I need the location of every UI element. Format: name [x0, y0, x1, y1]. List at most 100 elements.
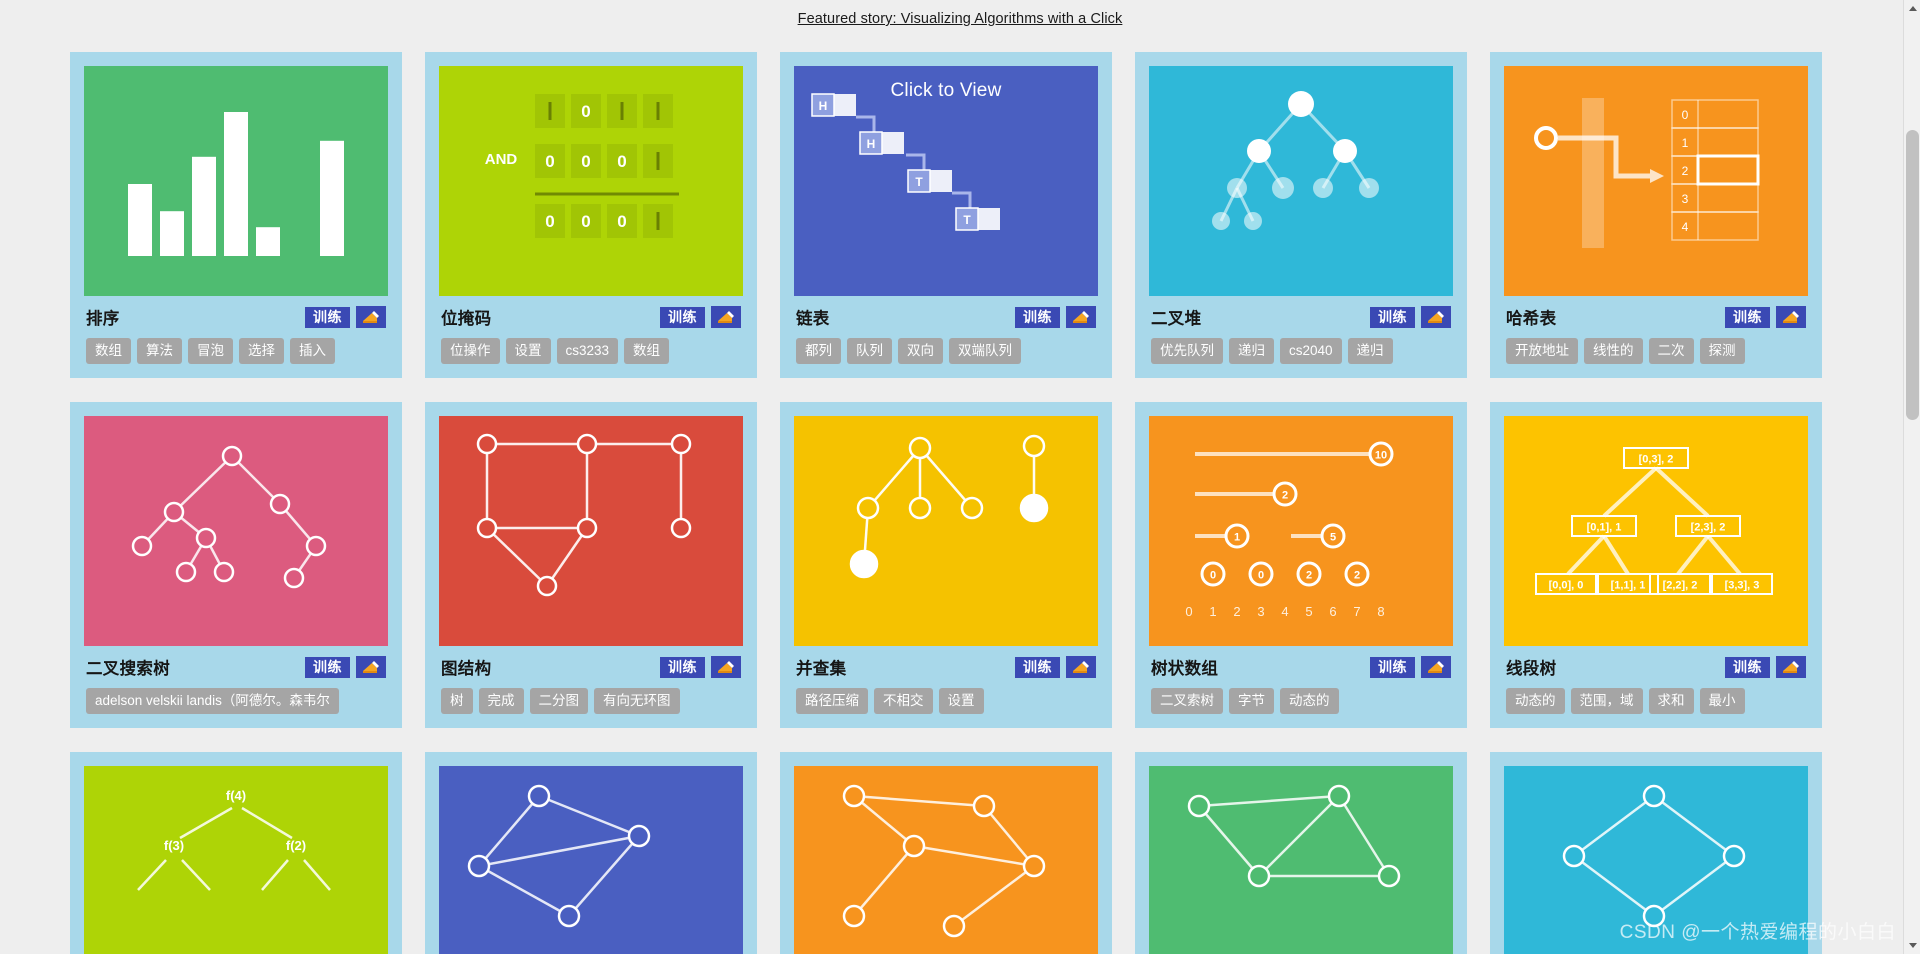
training-hat-icon[interactable] [711, 306, 741, 328]
svg-text:7: 7 [1353, 604, 1360, 619]
card-tag[interactable]: 选择 [239, 338, 284, 364]
algorithm-card-linked-list[interactable]: H H T T Click to View 链表 训练 都列 队列 双向 双端队列 [780, 52, 1112, 378]
train-button[interactable]: 训练 [305, 656, 350, 678]
train-button[interactable]: 训练 [1015, 306, 1060, 328]
card-thumbnail-graph3[interactable] [794, 766, 1098, 954]
card-tag[interactable]: 冒泡 [188, 338, 233, 364]
card-tag[interactable]: 求和 [1648, 688, 1694, 714]
card-thumbnail-graph5[interactable] [1504, 766, 1808, 954]
card-thumbnail-graph4[interactable] [1149, 766, 1453, 954]
train-button[interactable]: 训练 [1725, 306, 1770, 328]
algorithm-card-sorting[interactable]: 排序 训练 数组 算法 冒泡 选择 插入 [70, 52, 402, 378]
train-button[interactable]: 训练 [305, 306, 350, 328]
card-tag[interactable]: 树 [441, 688, 473, 714]
card-tag[interactable]: 设置 [938, 688, 984, 714]
card-meta-top: 哈希表 训练 [1506, 304, 1806, 330]
card-tag[interactable]: 线性的 [1584, 338, 1643, 364]
card-tag[interactable]: 动态的 [1280, 688, 1339, 714]
card-tag[interactable]: 完成 [478, 688, 524, 714]
algorithm-card-graph-traversal[interactable] [425, 752, 757, 954]
card-tag[interactable]: 优先队列 [1151, 338, 1223, 364]
card-tag[interactable]: 队列 [847, 338, 892, 364]
card-tag[interactable]: cs2040 [1280, 338, 1342, 364]
card-title: 位掩码 [441, 310, 492, 328]
algorithm-card-bitmask[interactable]: 0 AND 0 0 0 0 0 0 位掩码 训练位操作 设置 cs3233 数组 [425, 52, 757, 378]
card-thumbnail-graph2[interactable] [439, 766, 743, 954]
algorithm-card-fenwick-tree[interactable]: 10 2 1 5 0 0 2 2 0 1 2 3 4 5 6 7 8 树状数组 训练 二叉索树 字节 动态的 [1135, 402, 1467, 728]
card-tag[interactable]: 范围，域 [1570, 688, 1643, 714]
card-tag[interactable]: 不相交 [874, 688, 933, 714]
card-tag[interactable]: 递归 [1229, 338, 1274, 364]
card-tag[interactable]: 数组 [624, 338, 670, 364]
train-button[interactable]: 训练 [1725, 656, 1770, 678]
train-button[interactable]: 训练 [660, 656, 705, 678]
card-tag[interactable]: 字节 [1229, 688, 1274, 714]
card-tag[interactable]: 二分图 [529, 688, 588, 714]
train-button[interactable]: 训练 [660, 306, 705, 328]
algorithm-card-sssp[interactable] [1135, 752, 1467, 954]
train-button[interactable]: 训练 [1370, 656, 1415, 678]
card-title: 图结构 [441, 660, 492, 678]
card-tag[interactable]: 路径压缩 [796, 688, 868, 714]
card-tag[interactable]: 双向 [898, 338, 943, 364]
algorithm-card-mst[interactable] [780, 752, 1112, 954]
card-thumbnail-linked-list[interactable]: H H T T Click to View [794, 66, 1098, 296]
card-tag[interactable]: 都列 [796, 338, 841, 364]
page-scrollbar[interactable] [1903, 0, 1920, 954]
training-hat-icon[interactable] [1066, 656, 1096, 678]
card-thumbnail-bst[interactable] [84, 416, 388, 646]
algorithm-card-union-find[interactable]: 并查集 训练 路径压缩 不相交 设置 [780, 402, 1112, 728]
train-button[interactable]: 训练 [1015, 656, 1060, 678]
training-hat-icon[interactable] [711, 656, 741, 678]
algorithm-card-hash-table[interactable]: 0 1 2 3 4 哈希表 训练开放地址 线性的 二次 探测 [1490, 52, 1822, 378]
card-thumbnail-union-find[interactable] [794, 416, 1098, 646]
scrollbar-thumb[interactable] [1906, 130, 1919, 420]
svg-text:f(3): f(3) [164, 838, 184, 853]
card-thumbnail-hash-table[interactable]: 0 1 2 3 4 [1504, 66, 1808, 296]
card-thumbnail-fenwick[interactable]: 10 2 1 5 0 0 2 2 0 1 2 3 4 5 6 7 8 [1149, 416, 1453, 646]
training-hat-icon[interactable] [1776, 306, 1806, 328]
algorithm-card-recursion[interactable]: f(4) f(3) f(2) [70, 752, 402, 954]
card-thumbnail-segment-tree[interactable]: [0,3], 2 [0,1], 1 [2,3], 2 [0,0], 0 [1,1], 1… [1504, 416, 1808, 646]
svg-text:0: 0 [545, 152, 554, 171]
card-tag[interactable]: 设置 [505, 338, 551, 364]
card-meta: 图结构 训练树完成 二分图 有向无环图 [439, 646, 743, 714]
card-thumbnail-binary-heap[interactable] [1149, 66, 1453, 296]
training-hat-icon[interactable] [1421, 306, 1451, 328]
algorithm-card-segment-tree[interactable]: [0,3], 2 [0,1], 1 [2,3], 2 [0,0], 0 [1,1], 1… [1490, 402, 1822, 728]
card-tag[interactable]: 探测 [1699, 338, 1745, 364]
card-tag[interactable]: 二叉索树 [1151, 688, 1223, 714]
card-thumbnail-graph[interactable] [439, 416, 743, 646]
card-thumbnail-bitmask[interactable]: 0 AND 0 0 0 0 0 0 [439, 66, 743, 296]
algorithm-card-binary-heap[interactable]: 二叉堆 训练 优先队列 递归 cs2040 递归 [1135, 52, 1467, 378]
scroll-up-arrow-icon[interactable] [1904, 0, 1920, 17]
training-hat-icon[interactable] [356, 306, 386, 328]
card-tag[interactable]: 动态的 [1506, 688, 1565, 714]
train-button[interactable]: 训练 [1370, 306, 1415, 328]
featured-story-link[interactable]: Featured story: Visualizing Algorithms w… [798, 11, 1123, 27]
training-hat-icon[interactable] [1421, 656, 1451, 678]
card-tag[interactable]: 有向无环图 [594, 688, 680, 714]
svg-text:f(2): f(2) [286, 838, 306, 853]
card-thumbnail-bar-chart[interactable] [84, 66, 388, 296]
training-hat-icon[interactable] [1066, 306, 1096, 328]
algorithm-card-graph[interactable]: 图结构 训练树完成 二分图 有向无环图 [425, 402, 757, 728]
training-hat-icon[interactable] [1776, 656, 1806, 678]
card-tag[interactable]: 算法 [137, 338, 182, 364]
card-tag[interactable]: cs3233 [556, 338, 619, 364]
card-tag[interactable]: 最小 [1699, 688, 1745, 714]
card-thumbnail-recursion[interactable]: f(4) f(3) f(2) [84, 766, 388, 954]
card-tag[interactable]: 插入 [290, 338, 335, 364]
card-tag[interactable]: 递归 [1347, 338, 1393, 364]
card-tag[interactable]: 二次 [1648, 338, 1694, 364]
training-hat-icon[interactable] [356, 656, 386, 678]
card-tag[interactable]: adelson velskii landis（阿德尔。森韦尔 [86, 688, 339, 714]
card-tag[interactable]: 开放地址 [1506, 338, 1578, 364]
algorithm-card-max-flow[interactable] [1490, 752, 1822, 954]
scroll-down-arrow-icon[interactable] [1904, 937, 1920, 954]
svg-text:10: 10 [1375, 450, 1387, 462]
card-tag[interactable]: 数组 [86, 338, 131, 364]
algorithm-card-bst[interactable]: 二叉搜索树 训练 adelson velskii landis（阿德尔。森韦尔 [70, 402, 402, 728]
card-tag[interactable]: 双端队列 [949, 338, 1021, 364]
card-tag[interactable]: 位操作 [441, 338, 500, 364]
